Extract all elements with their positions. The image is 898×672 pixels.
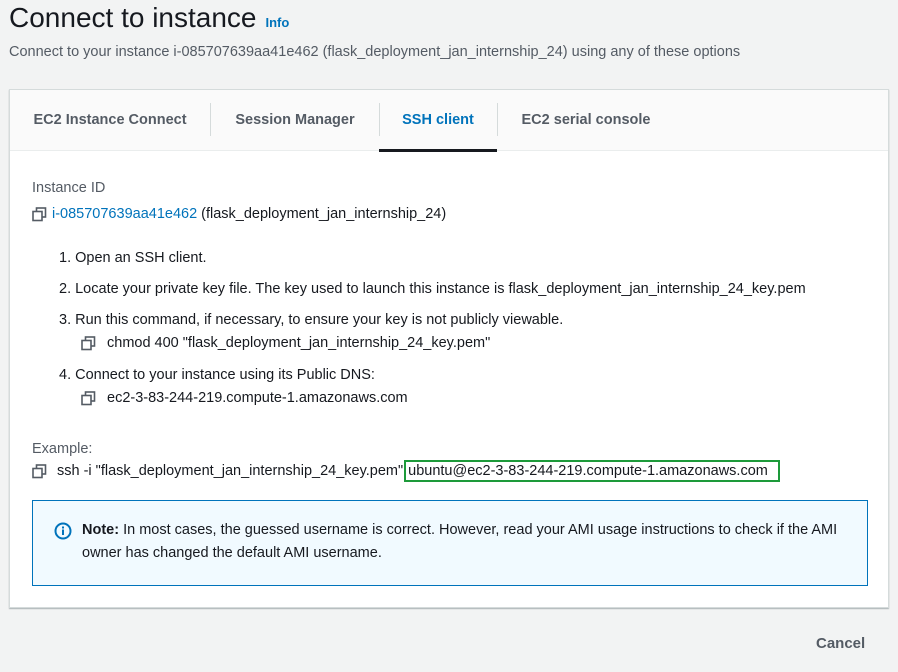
example-command-row: ssh -i "flask_deployment_jan_internship_…: [32, 459, 780, 483]
instance-name: (flask_deployment_jan_internship_24): [201, 206, 447, 222]
note-alert: Note: In most cases, the guessed usernam…: [32, 500, 868, 586]
step-4-text: 4. Connect to your instance using its Pu…: [59, 367, 375, 383]
connect-panel: EC2 Instance Connect Session Manager SSH…: [9, 89, 889, 608]
highlighted-host: ubuntu@ec2-3-83-244-219.compute-1.amazon…: [404, 460, 780, 482]
copy-icon[interactable]: [32, 206, 47, 222]
ssh-client-content: Instance ID i-085707639aa41e462 (flask_d…: [32, 180, 888, 482]
tab-ssh-client[interactable]: SSH client: [379, 90, 497, 152]
tab-ec2-serial-console[interactable]: EC2 serial console: [498, 90, 674, 151]
title-row: Connect to instance Info: [9, 0, 289, 36]
cancel-button[interactable]: Cancel: [816, 635, 865, 652]
example-command-prefix: ssh -i "flask_deployment_jan_internship_…: [57, 463, 404, 479]
copy-icon[interactable]: [81, 390, 96, 406]
note-body: In most cases, the guessed username is c…: [82, 522, 838, 561]
instance-id-link[interactable]: i-085707639aa41e462: [52, 206, 197, 222]
info-link[interactable]: Info: [266, 15, 290, 30]
step-1-text: 1. Open an SSH client.: [59, 250, 207, 266]
info-circle-icon: [54, 522, 72, 540]
note-text: Note: In most cases, the guessed usernam…: [82, 519, 852, 565]
tab-bar: EC2 Instance Connect Session Manager SSH…: [10, 90, 888, 152]
tab-session-manager[interactable]: Session Manager: [211, 90, 379, 151]
public-dns-row: ec2-3-83-244-219.compute-1.amazonaws.com: [81, 390, 408, 406]
note-bold-label: Note:: [82, 522, 120, 538]
step-2-text: 2. Locate your private key file. The key…: [59, 281, 806, 297]
instance-id-row: i-085707639aa41e462 (flask_deployment_ja…: [32, 206, 446, 222]
step-3-text: 3. Run this command, if necessary, to en…: [59, 312, 564, 328]
instance-id-label: Instance ID: [32, 180, 106, 196]
page-subtitle: Connect to your instance i-085707639aa41…: [9, 44, 741, 60]
example-label: Example:: [32, 441, 93, 457]
chmod-command-row: chmod 400 "flask_deployment_jan_internsh…: [81, 335, 490, 351]
page-title: Connect to instance: [9, 2, 257, 33]
copy-icon[interactable]: [32, 463, 47, 479]
copy-icon[interactable]: [81, 335, 96, 351]
public-dns: ec2-3-83-244-219.compute-1.amazonaws.com: [107, 390, 408, 406]
chmod-command: chmod 400 "flask_deployment_jan_internsh…: [107, 335, 491, 351]
tab-ec2-instance-connect[interactable]: EC2 Instance Connect: [10, 90, 210, 151]
